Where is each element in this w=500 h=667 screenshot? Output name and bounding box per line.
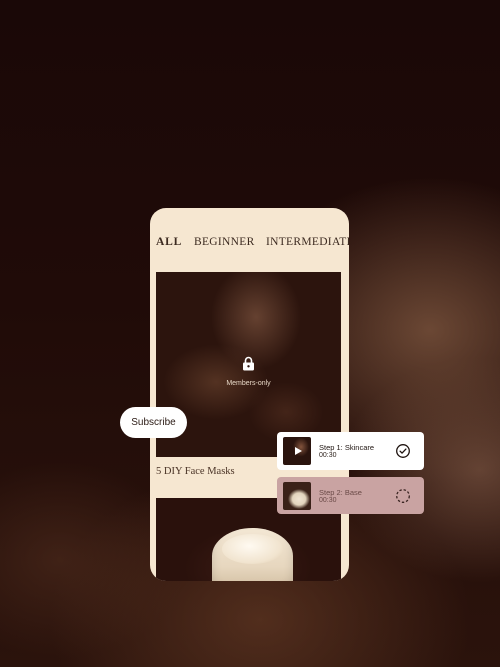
- step-thumbnail: [283, 482, 311, 510]
- step-item-base[interactable]: Step 2: Base 00:30: [277, 477, 424, 514]
- step-title: Step 2: Base: [319, 488, 362, 497]
- step-duration: 00:30: [319, 452, 337, 459]
- tab-all[interactable]: ALL: [156, 236, 182, 248]
- step-item-skincare[interactable]: Step 1: Skincare 00:30: [277, 432, 424, 470]
- video-title[interactable]: 5 DIY Face Masks: [156, 466, 235, 477]
- phone-card: ALL BEGINNER INTERMEDIATE Members-only 5…: [150, 208, 349, 581]
- subscribe-button[interactable]: Subscribe: [120, 407, 187, 438]
- check-circle-icon: [396, 444, 410, 458]
- tab-beginner[interactable]: BEGINNER: [194, 236, 255, 248]
- dashed-circle-icon: [396, 489, 410, 503]
- step-thumbnail: [283, 437, 311, 465]
- members-only-label: Members-only: [226, 380, 271, 387]
- tab-intermediate[interactable]: INTERMEDIATE: [266, 236, 349, 248]
- step-duration: 00:30: [319, 497, 337, 504]
- lock-icon: [243, 356, 254, 371]
- category-tabs: ALL BEGINNER INTERMEDIATE: [156, 236, 349, 252]
- step-title: Step 1: Skincare: [319, 443, 375, 452]
- cream-jar-illustration: [212, 528, 293, 581]
- play-icon: [295, 447, 302, 455]
